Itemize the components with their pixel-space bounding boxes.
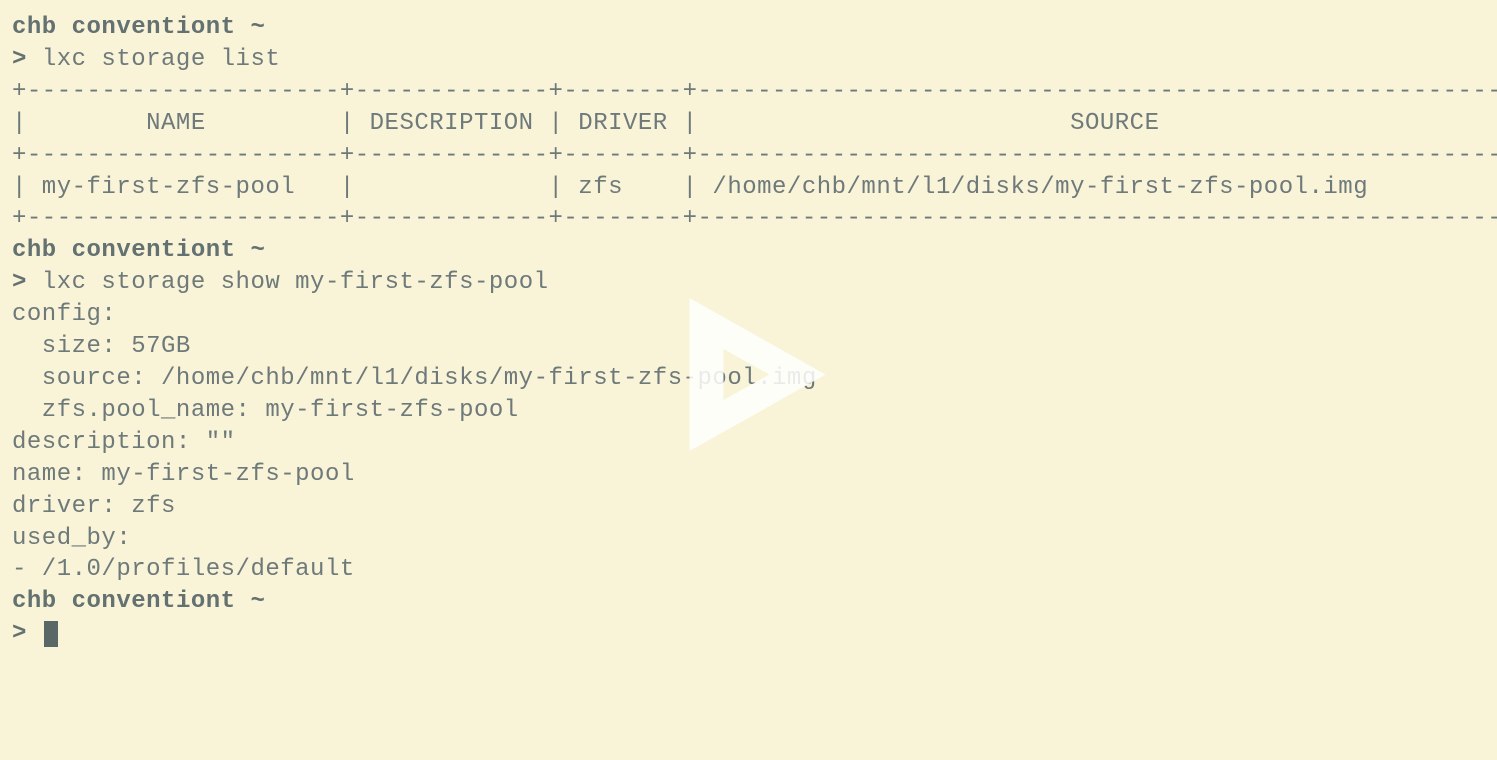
table-header: | NAME | DESCRIPTION | DRIVER | SOURCE |… — [12, 108, 1485, 140]
table-border: +---------------------+-------------+---… — [12, 203, 1485, 235]
command-text: lxc storage list — [42, 46, 280, 73]
command-line: > lxc storage show my-first-zfs-pool — [12, 267, 1485, 299]
output-line: driver: zfs — [12, 491, 1485, 523]
output-line: zfs.pool_name: my-first-zfs-pool — [12, 395, 1485, 427]
output-line: name: my-first-zfs-pool — [12, 459, 1485, 491]
prompt-symbol: > — [12, 269, 27, 296]
prompt-line: chb conventiont ~ — [12, 586, 1485, 618]
prompt-user: chb — [12, 237, 57, 264]
table-border: +---------------------+-------------+---… — [12, 76, 1485, 108]
output-line: source: /home/chb/mnt/l1/disks/my-first-… — [12, 363, 1485, 395]
output-line: config: — [12, 299, 1485, 331]
output-line: description: "" — [12, 427, 1485, 459]
output-line: used_by: — [12, 523, 1485, 555]
command-line: > lxc storage list — [12, 44, 1485, 76]
cursor — [44, 621, 58, 647]
prompt-user: chb — [12, 14, 57, 41]
prompt-path: ~ — [250, 14, 265, 41]
output-line: size: 57GB — [12, 331, 1485, 363]
prompt-user: chb — [12, 588, 57, 615]
prompt-symbol: > — [12, 620, 27, 647]
prompt-line: chb conventiont ~ — [12, 235, 1485, 267]
table-border: +---------------------+-------------+---… — [12, 140, 1485, 172]
prompt-host: conventiont — [72, 237, 236, 264]
prompt-path: ~ — [250, 237, 265, 264]
prompt-path: ~ — [250, 588, 265, 615]
table-row: | my-first-zfs-pool | | zfs | /home/chb/… — [12, 172, 1485, 204]
output-line: - /1.0/profiles/default — [12, 554, 1485, 586]
command-text: lxc storage show my-first-zfs-pool — [42, 269, 549, 296]
terminal[interactable]: chb conventiont ~ > lxc storage list +--… — [12, 12, 1485, 650]
prompt-line: chb conventiont ~ — [12, 12, 1485, 44]
prompt-symbol: > — [12, 46, 27, 73]
command-line: > — [12, 618, 1485, 650]
prompt-host: conventiont — [72, 14, 236, 41]
prompt-host: conventiont — [72, 588, 236, 615]
